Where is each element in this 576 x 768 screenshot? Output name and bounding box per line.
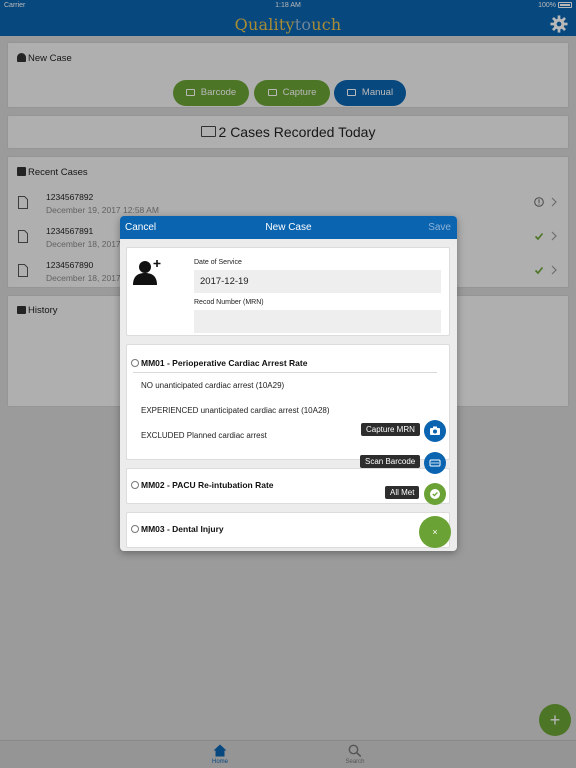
chevron-right-icon: [131, 525, 139, 533]
mrn-field[interactable]: [194, 310, 441, 333]
chevron-down-icon: [131, 359, 139, 367]
modal-header: Cancel New Case Save: [120, 216, 457, 239]
all-met-button[interactable]: [424, 483, 446, 505]
measure-option[interactable]: EXPERIENCED unanticipated cardiac arrest…: [141, 406, 330, 415]
measure-header[interactable]: MM01 - Perioperative Cardiac Arrest Rate: [131, 358, 307, 368]
modal-title: New Case: [265, 222, 312, 233]
date-label: Date of Service: [194, 259, 242, 266]
scan-barcode-button[interactable]: [424, 452, 446, 474]
date-of-service-field[interactable]: 2017-12-19: [194, 270, 441, 293]
save-button[interactable]: Save: [428, 222, 451, 233]
check-circle-icon: [430, 489, 440, 499]
measure-option[interactable]: NO unanticipated cardiac arrest (10A29): [141, 381, 284, 390]
capture-mrn-button[interactable]: [424, 420, 446, 442]
camera-icon: [430, 426, 440, 435]
measure-header[interactable]: MM02 - PACU Re-intubation Rate: [131, 480, 274, 490]
capture-mrn-label[interactable]: Capture MRN: [361, 423, 420, 436]
close-fab-button[interactable]: ×: [419, 516, 451, 548]
measure-header[interactable]: MM03 - Dental Injury: [131, 524, 224, 534]
new-case-modal: Cancel New Case Save Date of Service 201…: [120, 216, 457, 551]
divider: [133, 372, 437, 373]
all-met-label[interactable]: All Met: [385, 486, 420, 499]
scan-barcode-label[interactable]: Scan Barcode: [360, 455, 421, 468]
barcode-icon: [429, 459, 441, 467]
measure-option[interactable]: EXCLUDED Planned cardiac arrest: [141, 431, 267, 440]
chevron-right-icon: [131, 481, 139, 489]
add-user-icon[interactable]: [133, 257, 163, 287]
measure-card: MM03 - Dental Injury: [126, 512, 450, 548]
case-info-card: Date of Service 2017-12-19 Recod Number …: [126, 247, 450, 336]
mrn-label: Recod Number (MRN): [194, 299, 264, 306]
measure-card: MM01 - Perioperative Cardiac Arrest Rate…: [126, 344, 450, 460]
